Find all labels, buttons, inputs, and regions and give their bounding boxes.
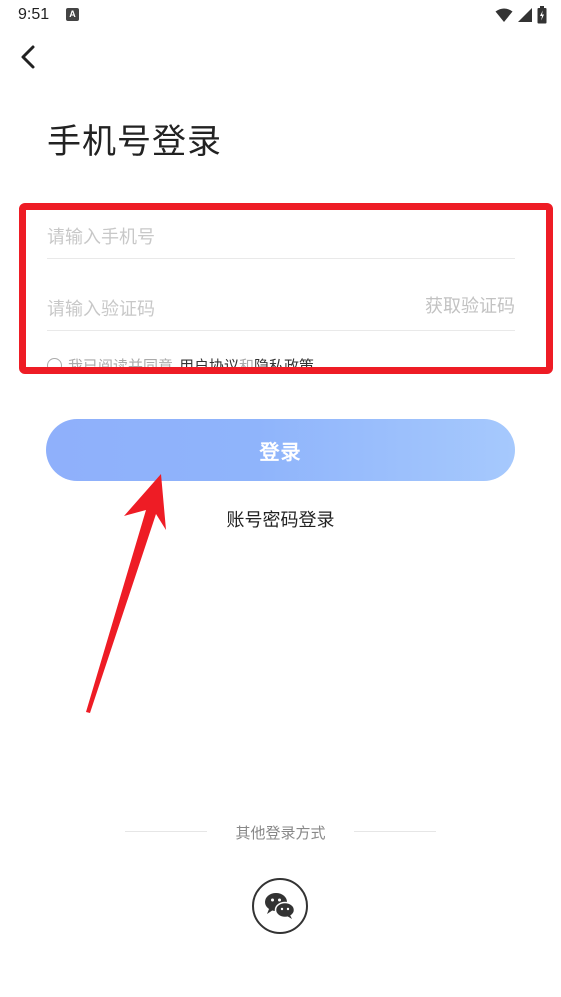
status-time: 9:51 (18, 6, 50, 23)
status-icons (495, 5, 547, 25)
code-field: 获取验证码 (47, 274, 515, 331)
divider-line-right (354, 831, 436, 832)
other-login-label: 其他登录方式 (235, 824, 326, 842)
page-title: 手机号登录 (47, 122, 222, 162)
wifi-icon (495, 8, 513, 22)
signal-icon (518, 8, 532, 22)
wechat-icon (265, 893, 296, 919)
notification-a-icon: A (66, 8, 79, 21)
user-agreement-link[interactable]: 用户协议 (179, 355, 239, 375)
phone-input[interactable] (47, 227, 387, 248)
phone-field (47, 202, 515, 259)
back-button[interactable] (14, 42, 44, 72)
agreement-prefix: 我已阅读并同意 (68, 356, 174, 375)
battery-icon (537, 6, 547, 24)
get-code-button[interactable]: 获取验证码 (425, 292, 515, 318)
chevron-left-icon (21, 45, 35, 69)
status-bar: 9:51 A (0, 0, 561, 32)
agree-checkbox[interactable] (47, 357, 62, 373)
password-login-link[interactable]: 账号密码登录 (0, 506, 561, 532)
wechat-login-button[interactable] (252, 878, 308, 934)
code-input[interactable] (47, 299, 387, 320)
agreement-and: 和 (239, 356, 255, 375)
login-button[interactable]: 登录 (46, 419, 515, 481)
privacy-policy-link[interactable]: 隐私政策 (254, 355, 314, 375)
other-login-divider: 其他登录方式 (0, 822, 561, 842)
agreement-row: 我已阅读并同意 用户协议 和 隐私政策 (47, 355, 314, 375)
